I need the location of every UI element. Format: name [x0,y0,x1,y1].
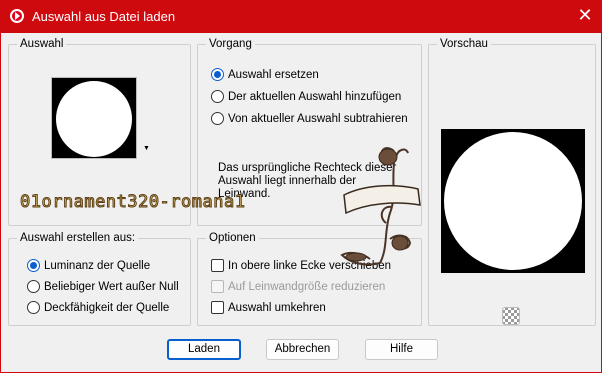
radio-button[interactable] [211,112,224,125]
checkbox[interactable] [211,259,224,272]
selection-thumbnail-circle [56,81,132,157]
title-bar: Auswahl aus Datei laden ✕ [0,0,602,33]
window-title: Auswahl aus Datei laden [32,9,176,24]
radio-label: Luminanz der Quelle [44,259,151,272]
checkbox[interactable] [211,301,224,314]
radio-deckfaehigkeit[interactable]: Deckfähigkeit der Quelle [27,301,169,314]
hilfe-button[interactable]: Hilfe [365,339,438,360]
radio-button[interactable] [27,280,40,293]
preview-circle [444,132,582,270]
radio-label: Von aktueller Auswahl subtrahieren [228,112,408,125]
filename-watermark: 01ornament320-romana1 [19,192,246,213]
radio-auswahl-subtrahieren[interactable]: Von aktueller Auswahl subtrahieren [211,112,408,125]
radio-button[interactable] [27,301,40,314]
vorgang-group-label: Vorgang [206,37,255,51]
radio-button[interactable] [211,68,224,81]
erstellen-group-label: Auswahl erstellen aus: [17,231,139,245]
radio-button[interactable] [27,259,40,272]
radio-label: Deckfähigkeit der Quelle [44,301,170,314]
radio-label: Auswahl ersetzen [228,68,319,81]
radio-label: Der aktuellen Auswahl hinzufügen [228,90,402,103]
checkbox-label: Auf Leinwandgröße reduzieren [228,280,386,293]
radio-beliebiger-wert[interactable]: Beliebiger Wert außer Null [27,280,179,293]
ornament-decoration [340,147,421,266]
auswahl-group-label: Auswahl [17,37,67,51]
radio-auswahl-hinzufuegen[interactable]: Der aktuellen Auswahl hinzufügen [211,90,401,103]
close-button[interactable]: ✕ [572,4,598,28]
laden-button[interactable]: Laden [167,339,241,360]
checkbox-leinwandgroesse: Auf Leinwandgröße reduzieren [211,280,385,293]
checkbox [211,280,224,293]
vorschau-group: Vorschau [428,37,596,326]
vorschau-group-label: Vorschau [437,37,491,51]
erstellen-group: Auswahl erstellen aus: Luminanz der Quel… [8,231,191,326]
abbrechen-button[interactable]: Abbrechen [266,339,339,360]
optionen-group-label: Optionen [206,231,259,245]
checkerboard-icon[interactable] [502,307,520,325]
checkbox-auswahl-umkehren[interactable]: Auswahl umkehren [211,301,326,314]
radio-label: Beliebiger Wert außer Null [44,280,179,293]
checkbox-label: Auswahl umkehren [228,301,326,314]
dropdown-arrow-icon[interactable]: ▼ [143,145,150,152]
paintshop-pro-icon [10,9,24,23]
selection-thumbnail[interactable] [51,77,137,159]
radio-luminanz[interactable]: Luminanz der Quelle [27,259,150,272]
preview-canvas [441,129,585,273]
radio-auswahl-ersetzen[interactable]: Auswahl ersetzen [211,68,319,81]
radio-button[interactable] [211,90,224,103]
